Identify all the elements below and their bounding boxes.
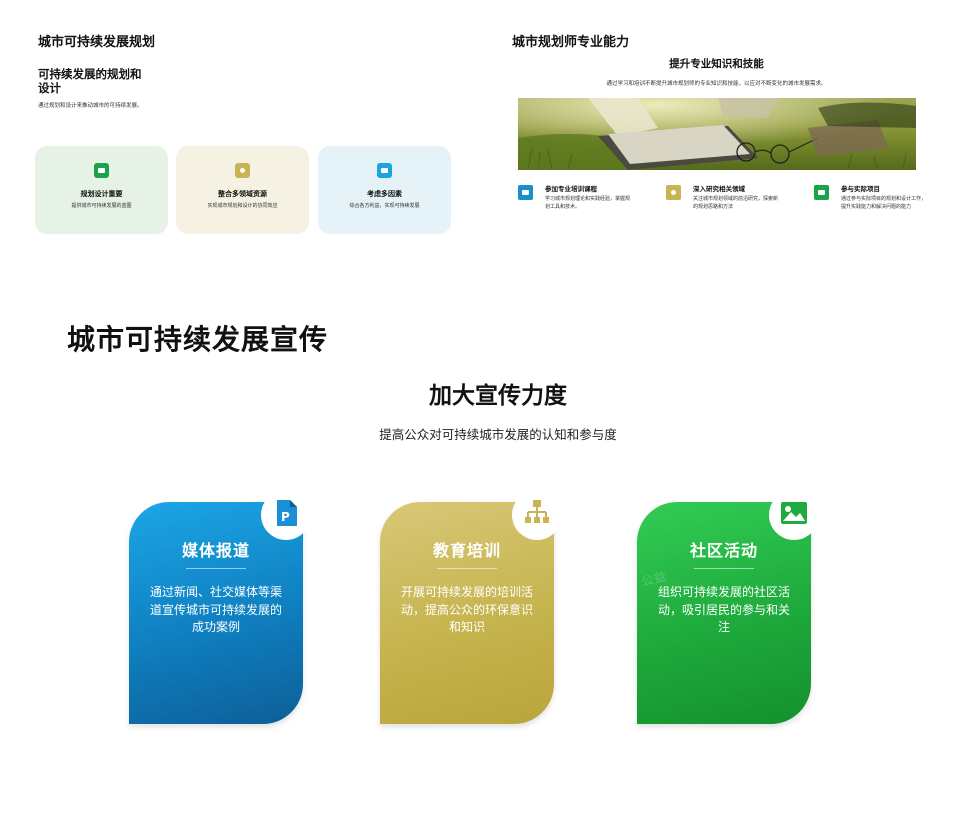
item-desc: 通过参与实际项目的规划和设计工作，提升实践能力和解决问题的能力	[841, 196, 927, 210]
badge	[769, 490, 819, 540]
card-title: 社区活动	[689, 541, 758, 560]
slide1-description: 通过规划和设计来推动城市的可持续发展。	[38, 103, 143, 109]
card-desc: 综合各方利益，实现可持续发展	[349, 203, 420, 209]
slide1-card-factors: 考虑多因素 综合各方利益，实现可持续发展	[318, 146, 451, 234]
card-desc: 提供城市可持续发展的蓝图	[71, 203, 132, 209]
grass-books-glasses-photo	[518, 98, 916, 170]
document-p-icon: P	[275, 500, 297, 530]
image-icon	[781, 502, 807, 528]
monitor-icon	[377, 163, 392, 178]
item-title: 深入研究相关领域	[693, 185, 745, 193]
card-desc: 组织可持续发展的社区活动，吸引居民的参与和关注	[657, 585, 790, 634]
divider	[186, 568, 246, 569]
slide3-subtitle: 加大宣传力度	[429, 383, 567, 409]
divider	[694, 568, 754, 569]
slide2-subtitle: 提升专业知识和技能	[669, 58, 764, 70]
card-title: 整合多领域资源	[218, 190, 267, 198]
card-title: 考虑多因素	[367, 190, 402, 198]
badge	[512, 490, 562, 540]
card-desc: 实现城市规划和设计的协同效应	[207, 203, 278, 209]
slide2-title: 城市规划师专业能力	[512, 35, 630, 50]
slide3-card-education: 教育培训 开展可持续发展的培训活动，提高公众的环保意识和知识	[380, 490, 562, 724]
slide3-card-media: P 媒体报道 通过新闻、社交媒体等渠道宣传城市可持续发展的成功案例	[129, 490, 311, 724]
briefcase-icon	[94, 163, 109, 178]
slide1-title: 城市可持续发展规划	[38, 35, 156, 50]
pin-icon	[666, 185, 681, 200]
item-desc: 关注城市规划领域的前沿研究，探索新的规划思路和方法	[693, 196, 779, 210]
slide3-description: 提高公众对可持续城市发展的认知和参与度	[379, 427, 617, 442]
card-title: 教育培训	[432, 541, 501, 560]
slide1-subtitle: 可持续发展的规划和设计	[38, 67, 142, 95]
slide3-card-community: 公益 社区活动 组织可持续发展的社区活动，吸引居民的参与和关注	[637, 490, 819, 724]
svg-text:P: P	[281, 510, 290, 524]
badge: P	[261, 490, 311, 540]
calendar-icon	[518, 185, 533, 200]
item-title: 参加专业培训课程	[545, 185, 597, 193]
card-title: 媒体报道	[181, 541, 250, 560]
card-title: 规划设计重要	[80, 190, 123, 198]
slide1-card-planning: 规划设计重要 提供城市可持续发展的蓝图	[35, 146, 168, 234]
item-desc: 学习城市规划理论和实践经验，掌握规划工具和技术。	[545, 196, 631, 210]
card-desc: 开展可持续发展的培训活动，提高公众的环保意识和知识	[400, 585, 533, 634]
slide2-description: 通过学习和培训不断提升城市规划师的专业知识和技能，以应对不断变化的城市发展需求。	[606, 81, 827, 87]
item-title: 参与实际项目	[841, 185, 880, 193]
divider	[437, 568, 497, 569]
pin-icon	[235, 163, 250, 178]
slide3-title: 城市可持续发展宣传	[67, 323, 329, 356]
card-desc: 通过新闻、社交媒体等渠道宣传城市可持续发展的成功案例	[149, 585, 282, 634]
hierarchy-icon	[525, 500, 549, 530]
slide1-card-resources: 整合多领域资源 实现城市规划和设计的协同效应	[176, 146, 309, 234]
briefcase-icon	[814, 185, 829, 200]
